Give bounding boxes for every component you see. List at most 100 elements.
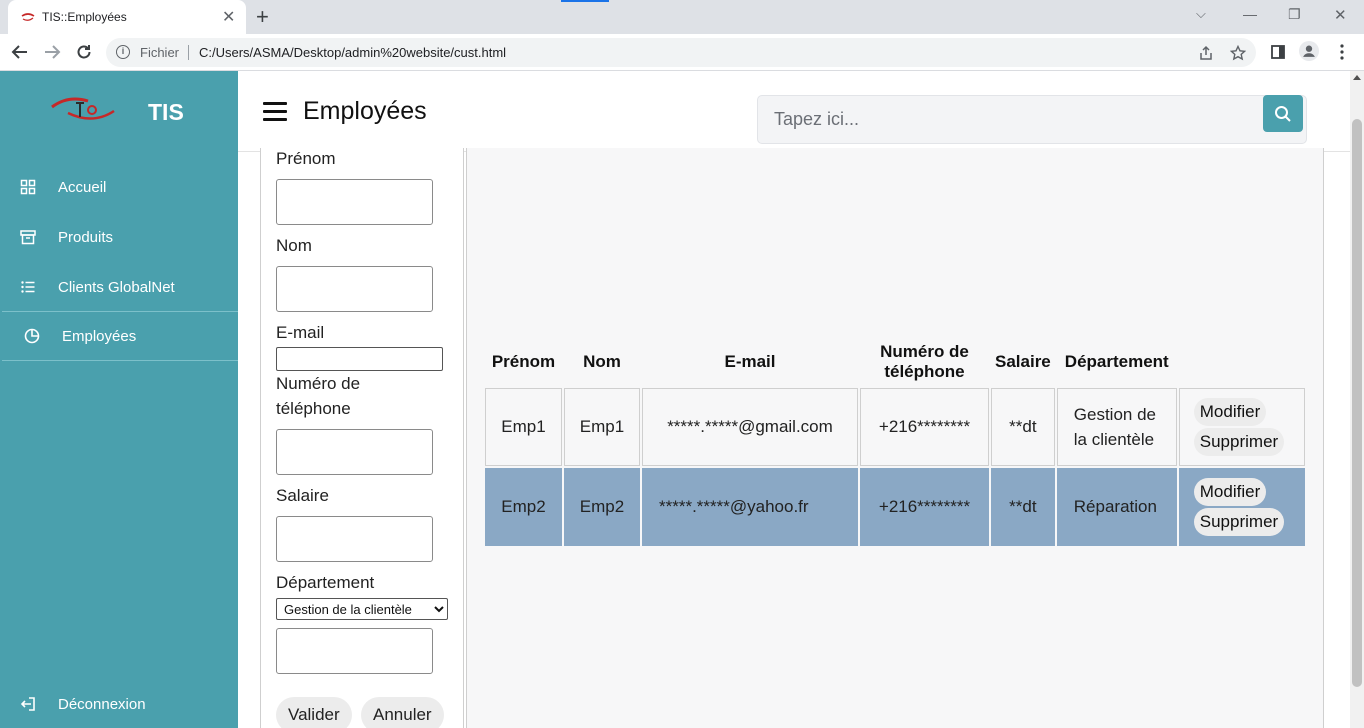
back-button[interactable] xyxy=(8,40,32,64)
nom-input[interactable] xyxy=(276,266,433,312)
nom-label: Nom xyxy=(276,236,312,255)
scroll-up-arrow-icon[interactable] xyxy=(1353,75,1361,80)
grid-icon xyxy=(20,179,36,195)
cell-phone: +216******** xyxy=(860,388,989,466)
info-icon[interactable]: i xyxy=(116,45,130,59)
column-header-email: E-mail xyxy=(724,352,776,371)
scrollbar-thumb[interactable] xyxy=(1352,119,1362,687)
departement-label: Département xyxy=(276,573,375,592)
cell-departement: Réparation xyxy=(1056,468,1177,546)
cell-phone: +216******** xyxy=(860,468,989,546)
tab-indicator xyxy=(561,0,609,2)
table-row[interactable]: Emp2 Emp2 *****.*****@yahoo.fr +216*****… xyxy=(485,468,1305,546)
address-divider xyxy=(188,45,189,60)
column-header-prenom: Prénom xyxy=(491,352,556,371)
page-title: Employées xyxy=(303,97,427,125)
extra-input[interactable] xyxy=(276,628,433,674)
menu-toggle-icon[interactable] xyxy=(263,102,287,121)
page-scrollbar[interactable] xyxy=(1350,71,1364,728)
pie-chart-icon xyxy=(24,328,40,344)
address-bar[interactable]: i Fichier C:/Users/ASMA/Desktop/admin%20… xyxy=(106,38,1256,67)
site-info-label[interactable]: Fichier xyxy=(140,45,179,60)
employee-form: Prénom Nom E-mail Numéro de téléphone Sa… xyxy=(260,148,464,728)
browser-tabstrip: TIS::Employées ✕ + ⌵ — ❐ ✕ xyxy=(0,0,1364,34)
cell-actions: Modifier Supprimer xyxy=(1178,388,1305,466)
brand-name: TIS xyxy=(148,99,184,125)
cell-nom: Emp2 xyxy=(564,468,640,546)
cell-prenom: Emp2 xyxy=(485,468,562,546)
search-box xyxy=(757,95,1307,144)
minimize-button[interactable]: — xyxy=(1243,6,1257,22)
url-text[interactable]: C:/Users/ASMA/Desktop/admin%20website/cu… xyxy=(199,45,506,60)
list-icon xyxy=(21,281,35,293)
employees-table-panel: Prénom Nom E-mail Numéro de téléphone Sa… xyxy=(466,148,1324,728)
submit-button[interactable]: Valider xyxy=(276,697,352,728)
browser-menu-icon[interactable] xyxy=(1332,42,1352,62)
tab-search-icon[interactable]: ⌵ xyxy=(1196,6,1206,22)
sidebar-item-label: Déconnexion xyxy=(58,695,146,713)
sidebar-item-accueil[interactable]: Accueil xyxy=(0,162,238,212)
email-input[interactable] xyxy=(276,347,443,371)
column-header-salaire: Salaire xyxy=(995,352,1051,371)
side-panel-icon[interactable] xyxy=(1268,42,1288,62)
sidebar-item-label: Clients GlobalNet xyxy=(58,278,175,296)
window-close-button[interactable]: ✕ xyxy=(1334,6,1347,24)
column-header-actions xyxy=(1179,338,1305,386)
column-header-phone: Numéro de téléphone xyxy=(880,342,969,381)
employees-table: Prénom Nom E-mail Numéro de téléphone Sa… xyxy=(483,336,1307,548)
salaire-input[interactable] xyxy=(276,516,433,562)
share-icon[interactable] xyxy=(1198,45,1214,61)
tab-close-icon[interactable]: ✕ xyxy=(222,7,235,27)
sidebar-item-label: Produits xyxy=(58,228,114,246)
table-header-row: Prénom Nom E-mail Numéro de téléphone Sa… xyxy=(485,338,1305,386)
edit-button[interactable]: Modifier xyxy=(1193,398,1267,426)
delete-button[interactable]: Supprimer xyxy=(1193,428,1285,456)
main-content: Prénom Nom E-mail Numéro de téléphone Sa… xyxy=(238,148,1350,728)
reload-button[interactable] xyxy=(72,40,96,64)
email-label: E-mail xyxy=(276,323,325,342)
restore-button[interactable]: ❐ xyxy=(1288,6,1301,23)
phone-label-line-2: téléphone xyxy=(276,399,351,418)
column-header-nom: Nom xyxy=(583,352,621,371)
browser-toolbar: i Fichier C:/Users/ASMA/Desktop/admin%20… xyxy=(0,34,1364,71)
cell-departement: Gestion de la clientèle xyxy=(1056,388,1177,466)
reload-icon xyxy=(77,45,91,59)
phone-label-line-1: Numéro de xyxy=(276,374,361,393)
cell-prenom: Emp1 xyxy=(485,388,562,466)
prenom-label: Prénom xyxy=(276,149,336,168)
cell-salaire: **dt xyxy=(991,388,1055,466)
search-icon xyxy=(1275,105,1291,122)
table-row[interactable]: Emp1 Emp1 *****.*****@gmail.com +216****… xyxy=(485,388,1305,466)
new-tab-button[interactable]: + xyxy=(256,4,269,30)
forward-button[interactable] xyxy=(40,40,64,64)
bookmark-star-icon[interactable] xyxy=(1230,45,1246,61)
phone-input[interactable] xyxy=(276,429,433,475)
prenom-input[interactable] xyxy=(276,179,433,225)
archive-icon xyxy=(20,230,36,245)
cancel-button[interactable]: Annuler xyxy=(361,697,444,728)
sidebar-item-produits[interactable]: Produits xyxy=(0,212,238,262)
browser-tab[interactable]: TIS::Employées ✕ xyxy=(8,0,246,34)
cell-actions: Modifier Supprimer xyxy=(1178,468,1305,546)
delete-button[interactable]: Supprimer xyxy=(1193,508,1285,536)
tis-favicon-icon xyxy=(21,13,35,21)
sidebar-item-logout[interactable]: Déconnexion xyxy=(0,679,238,728)
cell-salaire: **dt xyxy=(991,468,1055,546)
forward-arrow-icon xyxy=(45,45,61,59)
cell-email: *****.*****@yahoo.fr xyxy=(642,468,858,546)
cell-email: *****.*****@gmail.com xyxy=(642,388,858,466)
page-header: Employées xyxy=(238,71,1350,152)
departement-select[interactable]: Gestion de la clientèle xyxy=(276,598,448,620)
search-button[interactable] xyxy=(1263,95,1303,132)
back-arrow-icon xyxy=(11,45,27,59)
sidebar-item-label: Employées xyxy=(62,327,137,345)
salaire-label: Salaire xyxy=(276,486,329,505)
sidebar: TIS Accueil Produits Clients GlobalNet E… xyxy=(0,71,238,728)
sidebar-item-employees[interactable]: Employées xyxy=(2,311,238,361)
logout-icon xyxy=(20,697,35,711)
search-input[interactable] xyxy=(758,96,1258,143)
sidebar-item-clients[interactable]: Clients GlobalNet xyxy=(0,262,238,312)
cell-nom: Emp1 xyxy=(564,388,640,466)
profile-avatar-icon[interactable] xyxy=(1299,41,1319,61)
edit-button[interactable]: Modifier xyxy=(1193,478,1267,506)
